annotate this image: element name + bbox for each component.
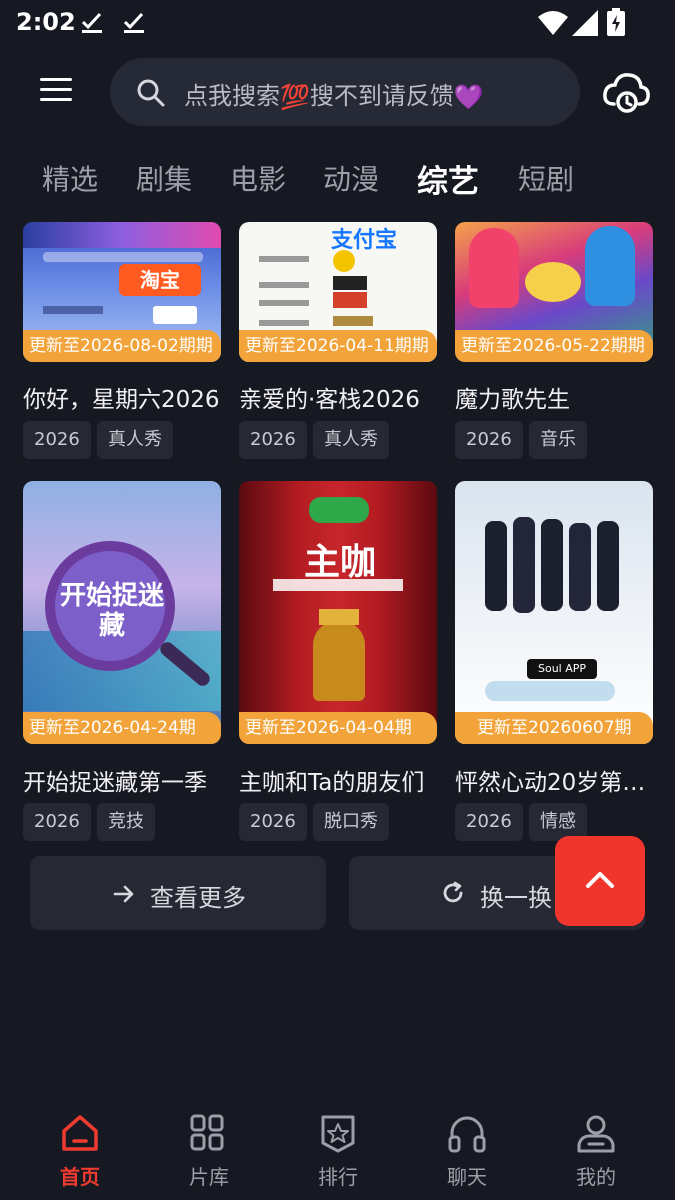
download-done-icon bbox=[81, 12, 102, 33]
view-more-label: 查看更多 bbox=[150, 884, 246, 912]
refresh-label: 换一换 bbox=[480, 884, 552, 912]
show-title: 主咖和Ta的朋友们 bbox=[239, 770, 425, 796]
view-more-button[interactable]: 查看更多 bbox=[30, 856, 326, 930]
ranking-shield-icon bbox=[321, 1115, 355, 1153]
user-icon bbox=[577, 1115, 615, 1153]
update-badge: 更新至2026-08-02期期 bbox=[23, 330, 221, 362]
year-tag: 2026 bbox=[455, 421, 523, 459]
poster-logo-text: 支付宝 bbox=[331, 228, 398, 253]
show-title: 你好，星期六2026 bbox=[23, 387, 220, 413]
genre-tag: 竞技 bbox=[97, 803, 155, 841]
show-title: 亲爱的·客栈2026 bbox=[239, 387, 420, 413]
show-title: 魔力歌先生 bbox=[455, 387, 570, 413]
wifi-icon bbox=[538, 11, 568, 35]
genre-tag: 脱口秀 bbox=[313, 803, 389, 841]
show-card[interactable]: Soul APP 更新至20260607期 怦然心动20岁第五季 2026 情感 bbox=[455, 481, 653, 841]
chevron-up-icon bbox=[586, 872, 614, 888]
genre-tag: 真人秀 bbox=[313, 421, 389, 459]
tab-series[interactable]: 剧集 bbox=[136, 158, 192, 198]
year-tag: 2026 bbox=[23, 421, 91, 459]
nav-profile[interactable]: 我的 bbox=[546, 1095, 646, 1195]
genre-tag: 音乐 bbox=[529, 421, 587, 459]
search-placeholder-text: 点我搜索 bbox=[184, 82, 280, 110]
arrow-right-icon bbox=[113, 885, 134, 903]
nav-ranking[interactable]: 排行 bbox=[288, 1095, 388, 1195]
nav-chat[interactable]: 聊天 bbox=[417, 1095, 517, 1195]
year-tag: 2026 bbox=[455, 803, 523, 841]
nav-ranking-label: 排行 bbox=[318, 1165, 358, 1189]
poster-logo-text: Soul APP bbox=[527, 659, 597, 679]
scroll-to-top-button[interactable] bbox=[555, 836, 645, 926]
show-poster[interactable]: 淘宝 更新至2026-08-02期期 bbox=[23, 222, 221, 362]
show-poster[interactable]: Soul APP 更新至20260607期 bbox=[455, 481, 653, 744]
tab-shorts[interactable]: 短剧 bbox=[518, 158, 574, 198]
nav-library-label: 片库 bbox=[189, 1165, 229, 1189]
update-badge: 更新至20260607期 bbox=[455, 712, 653, 744]
nav-library[interactable]: 片库 bbox=[159, 1095, 259, 1195]
year-tag: 2026 bbox=[23, 803, 91, 841]
nav-home[interactable]: 首页 bbox=[30, 1095, 130, 1195]
tab-anime[interactable]: 动漫 bbox=[323, 158, 379, 198]
show-card[interactable]: 更新至2026-05-22期期 魔力歌先生 2026 音乐 bbox=[455, 222, 653, 462]
search-placeholder: 点我搜索💯搜不到请反馈💜 bbox=[184, 76, 484, 111]
show-poster[interactable]: 更新至2026-05-22期期 bbox=[455, 222, 653, 362]
category-tabs: 精选 剧集 电影 动漫 综艺 短剧 bbox=[0, 158, 675, 204]
year-tag: 2026 bbox=[239, 421, 307, 459]
search-suffix-text: 搜不到请反馈 bbox=[309, 82, 454, 110]
cloud-sync-icon[interactable] bbox=[602, 70, 650, 114]
nav-profile-label: 我的 bbox=[576, 1165, 616, 1189]
search-bar[interactable]: 点我搜索💯搜不到请反馈💜 bbox=[110, 58, 580, 126]
nav-chat-label: 聊天 bbox=[447, 1165, 487, 1189]
signal-icon bbox=[572, 10, 598, 36]
update-badge: 更新至2026-04-24期 bbox=[23, 712, 221, 744]
nav-home-label: 首页 bbox=[60, 1165, 100, 1189]
search-icon bbox=[137, 79, 165, 107]
menu-button[interactable] bbox=[36, 74, 76, 110]
poster-logo-text: 淘宝 bbox=[119, 264, 201, 296]
show-poster[interactable]: 支付宝 更新至2026-04-11期期 bbox=[239, 222, 437, 362]
show-card[interactable]: 淘宝 更新至2026-08-02期期 你好，星期六2026 2026 真人秀 bbox=[23, 222, 221, 462]
status-time: 2:02 bbox=[16, 8, 76, 36]
tab-variety[interactable]: 综艺 bbox=[417, 156, 479, 201]
poster-logo-text: 主咖 bbox=[303, 542, 376, 583]
show-title: 开始捉迷藏第一季 bbox=[23, 770, 207, 796]
show-poster[interactable]: 主咖 更新至2026-04-04期 bbox=[239, 481, 437, 744]
update-badge: 更新至2026-04-11期期 bbox=[239, 330, 437, 362]
show-poster[interactable]: 开始捉迷藏 更新至2026-04-24期 bbox=[23, 481, 221, 744]
show-card[interactable]: 开始捉迷藏 更新至2026-04-24期 开始捉迷藏第一季 2026 竞技 bbox=[23, 481, 221, 841]
show-card[interactable]: 支付宝 更新至2026-04-11期期 亲爱的·客栈2026 2026 真人秀 bbox=[239, 222, 437, 462]
battery-icon bbox=[607, 8, 625, 36]
tab-movies[interactable]: 电影 bbox=[230, 158, 286, 198]
headphones-icon bbox=[448, 1116, 486, 1153]
refresh-icon bbox=[443, 881, 463, 903]
bottom-nav: 首页 片库 排行 聊天 我的 bbox=[0, 1095, 675, 1200]
score-emoji-icon: 💯 bbox=[280, 83, 310, 111]
home-icon bbox=[62, 1115, 98, 1151]
year-tag: 2026 bbox=[239, 803, 307, 841]
update-badge: 更新至2026-04-04期 bbox=[239, 712, 437, 744]
genre-tag: 真人秀 bbox=[97, 421, 173, 459]
show-card[interactable]: 主咖 更新至2026-04-04期 主咖和Ta的朋友们 2026 脱口秀 bbox=[239, 481, 437, 841]
poster-logo-text: 开始捉迷藏 bbox=[59, 581, 164, 641]
grid-icon bbox=[190, 1114, 224, 1151]
status-bar: 2:02 bbox=[0, 0, 675, 46]
heart-emoji-icon: 💜 bbox=[453, 83, 484, 111]
tab-featured[interactable]: 精选 bbox=[42, 158, 98, 198]
download-done-icon bbox=[123, 12, 144, 33]
show-title: 怦然心动20岁第五季 bbox=[455, 770, 653, 796]
update-badge: 更新至2026-05-22期期 bbox=[455, 330, 653, 362]
